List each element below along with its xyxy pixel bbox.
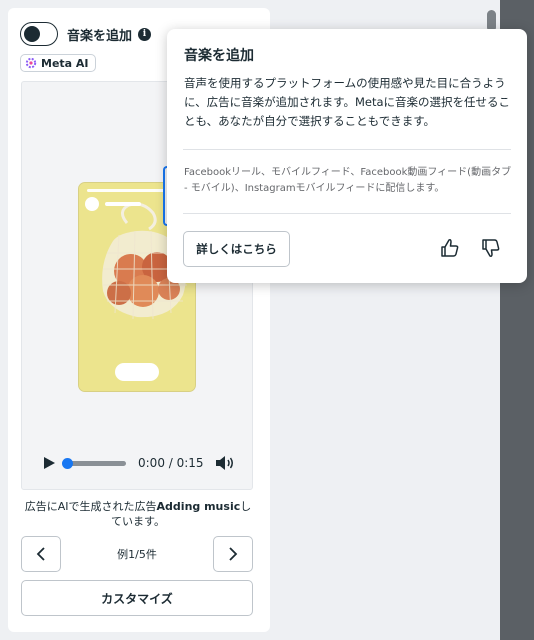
story-account-name bbox=[105, 202, 141, 206]
customize-button[interactable]: カスタマイズ bbox=[21, 580, 253, 616]
next-example-button[interactable] bbox=[213, 536, 253, 572]
music-toggle[interactable] bbox=[20, 22, 58, 46]
popover-divider bbox=[183, 213, 511, 214]
chevron-right-icon bbox=[229, 547, 238, 561]
chevron-left-icon bbox=[36, 547, 45, 561]
music-info-popover: 音楽を追加 音声を使用するプラットフォームの使用感や見た目に合うように、広告に音… bbox=[167, 29, 527, 283]
volume-icon[interactable] bbox=[214, 453, 236, 473]
music-toggle-row: 音楽を追加 i bbox=[20, 22, 152, 46]
story-avatar bbox=[85, 197, 99, 211]
audio-progress-handle[interactable] bbox=[62, 457, 73, 469]
learn-more-button[interactable]: 詳しくはこちら bbox=[183, 231, 290, 267]
previous-example-button[interactable] bbox=[21, 536, 61, 572]
example-counter: 例1/5件 bbox=[117, 548, 157, 561]
meta-ai-badge: Meta AI bbox=[20, 54, 96, 72]
popover-title: 音楽を追加 bbox=[184, 48, 254, 64]
info-icon[interactable]: i bbox=[138, 27, 152, 41]
thumbs-up-icon[interactable] bbox=[439, 237, 461, 259]
caption-prefix: 広告にAIで生成された広告 bbox=[24, 500, 157, 513]
meta-ai-spark-icon bbox=[25, 57, 37, 69]
ai-caption: 広告にAIで生成された広告Adding musicしています。 bbox=[20, 499, 256, 529]
toggle-knob bbox=[24, 25, 40, 42]
meta-ai-label: Meta AI bbox=[41, 56, 89, 70]
caption-bold: Adding music bbox=[156, 500, 241, 513]
popover-divider bbox=[183, 149, 511, 150]
audio-progress-bar[interactable] bbox=[62, 457, 126, 469]
audio-time: 0:00 / 0:15 bbox=[138, 456, 204, 470]
audio-player: 0:00 / 0:15 bbox=[42, 452, 242, 474]
play-icon[interactable] bbox=[42, 456, 56, 470]
music-toggle-label: 音楽を追加 bbox=[67, 28, 133, 44]
popover-placement-note: Facebookリール、モバイルフィード、Facebook動画フィード(動画タブ… bbox=[184, 167, 512, 194]
thumbs-down-icon[interactable] bbox=[480, 237, 502, 259]
story-cta-button bbox=[115, 363, 159, 381]
popover-body: 音声を使用するプラットフォームの使用感や見た目に合うように、広告に音楽が追加され… bbox=[184, 76, 511, 128]
